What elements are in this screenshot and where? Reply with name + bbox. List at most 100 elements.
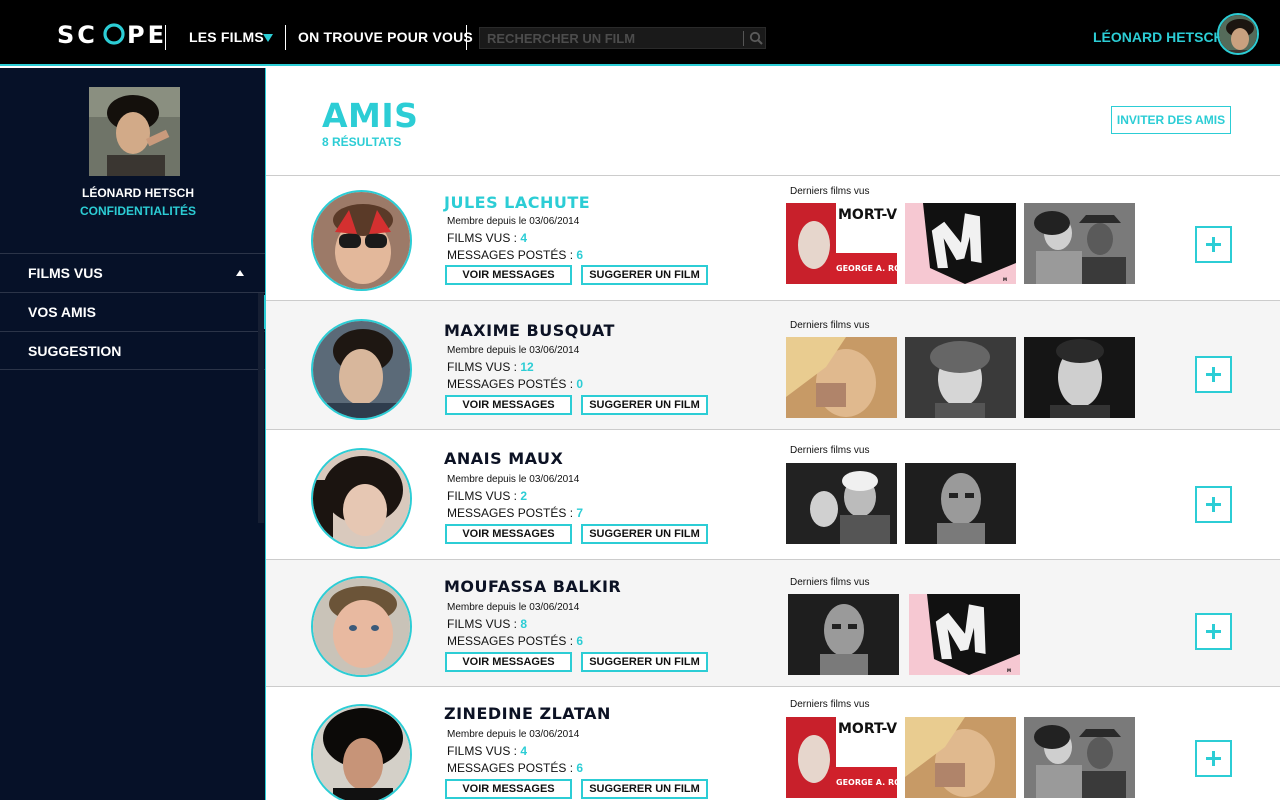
sidebar-item-suggestion[interactable]: SUGGESTION (0, 331, 265, 370)
poster-title: MORT-VIVANT! (838, 207, 897, 223)
stat-value: 2 (520, 489, 528, 503)
film-poster-classic[interactable] (1024, 717, 1135, 798)
nav-find-for-you-link[interactable]: ON TROUVE POUR VOUS (298, 29, 473, 45)
collapse-caret-icon[interactable] (236, 270, 244, 276)
film-poster-mort-vivant[interactable]: MORT-VIVANT! GEORGE A. ROMERO (786, 717, 897, 798)
messages-posted-stat: MESSAGES POSTÉS : 6 (447, 761, 583, 775)
sidebar-item-vos-amis[interactable]: VOS AMIS (0, 292, 265, 331)
page-title: AMIS (322, 96, 419, 135)
privacy-link[interactable]: CONFIDENTIALITÉS (0, 204, 276, 218)
suggest-film-button[interactable]: SUGGERER UN FILM (581, 652, 708, 672)
sidebar-item-films-vus[interactable]: FILMS VUS (0, 253, 265, 292)
stat-label: FILMS VUS : (447, 617, 521, 631)
stat-value: 0 (576, 377, 584, 391)
film-poster-man-bw[interactable] (1024, 337, 1135, 418)
friend-name[interactable]: JULES LACHUTE (444, 193, 590, 212)
dropdown-caret-icon[interactable] (263, 34, 273, 42)
films-seen-stat: FILMS VUS : 4 (447, 744, 527, 758)
friend-row: MAXIME BUSQUAT Membre depuis le 03/06/20… (266, 300, 1280, 429)
poster-letter: M (1007, 668, 1011, 673)
poster-title: MORT-VIVANT! (838, 721, 897, 737)
member-since: Membre depuis le 03/06/2014 (447, 216, 580, 227)
suggest-film-button[interactable]: SUGGERER UN FILM (581, 265, 708, 285)
friend-avatar[interactable] (311, 576, 412, 677)
friend-row: MOUFASSA BALKIR Membre depuis le 03/06/2… (266, 559, 1280, 686)
film-poster-m[interactable]: M (909, 594, 1020, 675)
main-content: AMIS 8 RÉSULTATS INVITER DES AMIS JULES … (266, 68, 1280, 800)
view-messages-button[interactable]: VOIR MESSAGES (445, 524, 572, 544)
add-friend-button[interactable] (1195, 356, 1232, 393)
add-friend-button[interactable] (1195, 226, 1232, 263)
friend-avatar[interactable] (311, 319, 412, 420)
search-divider (743, 31, 744, 46)
sidebar-item-label: SUGGESTION (28, 343, 122, 359)
stat-label: MESSAGES POSTÉS : (447, 761, 577, 775)
current-user-name[interactable]: LÉONARD HETSCH (1093, 29, 1224, 45)
stat-value: 8 (520, 617, 528, 631)
view-messages-button[interactable]: VOIR MESSAGES (445, 779, 572, 799)
film-poster-robot[interactable] (905, 463, 1016, 544)
film-poster-m[interactable]: M (905, 203, 1016, 284)
film-poster-classic[interactable] (1024, 203, 1135, 284)
film-poster-couple-bw[interactable] (786, 463, 897, 544)
view-messages-button[interactable]: VOIR MESSAGES (445, 395, 572, 415)
scope-logo[interactable]: SC PE (57, 22, 165, 46)
add-friend-button[interactable] (1195, 740, 1232, 777)
friend-avatar[interactable] (311, 190, 412, 291)
stat-label: MESSAGES POSTÉS : (447, 634, 577, 648)
nav-divider (285, 25, 286, 50)
suggest-film-button[interactable]: SUGGERER UN FILM (581, 779, 708, 799)
film-poster-mort-vivant[interactable]: MORT-VIVANT! GEORGE A. ROMERO (786, 203, 897, 284)
friend-row: ANAIS MAUX Membre depuis le 03/06/2014 F… (266, 429, 1280, 559)
friend-avatar[interactable] (311, 448, 412, 549)
suggest-film-button[interactable]: SUGGERER UN FILM (581, 395, 708, 415)
film-poster-robot[interactable] (788, 594, 899, 675)
stat-label: FILMS VUS : (447, 360, 521, 374)
friend-avatar[interactable] (311, 704, 412, 800)
member-since: Membre depuis le 03/06/2014 (447, 474, 580, 485)
last-films-label: Derniers films vus (790, 445, 870, 456)
nav-divider (466, 25, 467, 50)
stat-value: 6 (576, 634, 584, 648)
poster-director: GEORGE A. ROMERO (836, 778, 897, 787)
stat-label: FILMS VUS : (447, 489, 521, 503)
stat-label: MESSAGES POSTÉS : (447, 377, 577, 391)
invite-friends-button[interactable]: INVITER DES AMIS (1111, 106, 1231, 134)
view-messages-button[interactable]: VOIR MESSAGES (445, 265, 572, 285)
add-friend-button[interactable] (1195, 486, 1232, 523)
friend-name[interactable]: ANAIS MAUX (444, 449, 563, 468)
films-seen-stat: FILMS VUS : 2 (447, 489, 527, 503)
messages-posted-stat: MESSAGES POSTÉS : 6 (447, 248, 583, 262)
poster-letter: M (1003, 277, 1007, 282)
profile-photo[interactable] (89, 87, 180, 176)
sidebar: LÉONARD HETSCH CONFIDENTIALITÉS FILMS VU… (0, 68, 266, 800)
stat-value: 4 (520, 744, 528, 758)
last-films-label: Derniers films vus (790, 577, 870, 588)
friend-name[interactable]: MOUFASSA BALKIR (444, 577, 621, 596)
last-films-label: Derniers films vus (790, 320, 870, 331)
film-poster-close-up[interactable] (786, 337, 897, 418)
member-since: Membre depuis le 03/06/2014 (447, 602, 580, 613)
search-icon[interactable] (746, 28, 766, 48)
friend-name[interactable]: MAXIME BUSQUAT (444, 321, 615, 340)
profile-name: LÉONARD HETSCH (81, 186, 194, 200)
add-friend-button[interactable] (1195, 613, 1232, 650)
film-poster-woman-bw[interactable] (905, 337, 1016, 418)
messages-posted-stat: MESSAGES POSTÉS : 7 (447, 506, 583, 520)
nav-films-link[interactable]: LES FILMS (189, 29, 264, 45)
suggest-film-button[interactable]: SUGGERER UN FILM (581, 524, 708, 544)
search-input[interactable] (487, 30, 737, 47)
sidebar-scrollbar[interactable] (258, 293, 264, 523)
stat-label: MESSAGES POSTÉS : (447, 506, 577, 520)
view-messages-button[interactable]: VOIR MESSAGES (445, 652, 572, 672)
sidebar-item-label: VOS AMIS (28, 304, 96, 320)
friend-name[interactable]: ZINEDINE ZLATAN (444, 704, 611, 723)
user-avatar[interactable] (1217, 13, 1259, 55)
films-seen-stat: FILMS VUS : 4 (447, 231, 527, 245)
films-seen-stat: FILMS VUS : 8 (447, 617, 527, 631)
results-count: 8 RÉSULTATS (322, 135, 402, 149)
film-poster-close-up[interactable] (905, 717, 1016, 798)
sidebar-item-label: FILMS VUS (28, 265, 103, 281)
messages-posted-stat: MESSAGES POSTÉS : 0 (447, 377, 583, 391)
friend-row: ZINEDINE ZLATAN Membre depuis le 03/06/2… (266, 686, 1280, 800)
